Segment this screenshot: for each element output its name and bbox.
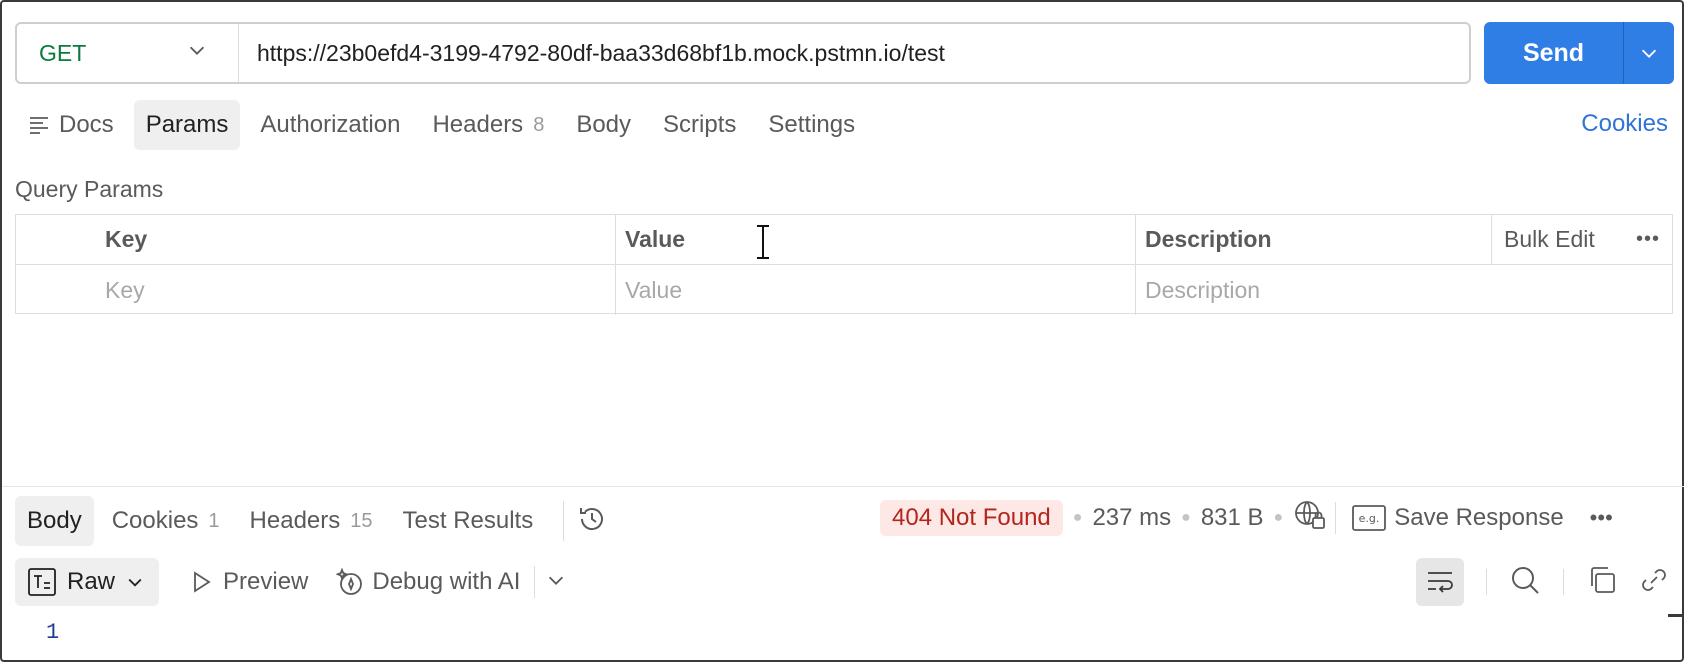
separator-dot: ● bbox=[1273, 509, 1284, 526]
copy-button[interactable] bbox=[1586, 564, 1618, 601]
line-number: 1 bbox=[46, 620, 60, 645]
response-tabs: Body Cookies 1 Headers 15 Test Results bbox=[15, 496, 608, 546]
search-icon bbox=[1512, 566, 1539, 594]
response-meta: 404 Not Found ● 237 ms ● 831 B ● e.g. Sa… bbox=[880, 498, 1613, 538]
description-input[interactable]: Description bbox=[1136, 265, 1672, 315]
request-tabs: Docs Params Authorization Headers 8 Body… bbox=[15, 100, 875, 150]
tab-authorization[interactable]: Authorization bbox=[248, 100, 412, 150]
headers-count-badge: 8 bbox=[533, 113, 545, 136]
key-input[interactable]: Key bbox=[105, 265, 616, 315]
method-label: GET bbox=[39, 39, 87, 66]
debug-options-button[interactable] bbox=[545, 569, 567, 596]
tab-scripts[interactable]: Scripts bbox=[651, 100, 748, 150]
tab-params-label: Params bbox=[145, 111, 229, 138]
tools-divider bbox=[1563, 569, 1564, 595]
tab-headers-label: Headers bbox=[432, 111, 524, 138]
tab-docs-label: Docs bbox=[59, 111, 114, 138]
text-format-icon bbox=[28, 568, 56, 596]
tab-response-headers-label: Headers bbox=[249, 507, 341, 534]
chevron-down-icon bbox=[186, 39, 208, 67]
example-icon: e.g. bbox=[1352, 505, 1387, 531]
query-params-table: Key Value Description Bulk Edit ••• Key … bbox=[15, 214, 1673, 315]
docs-icon bbox=[30, 117, 48, 134]
tab-response-body-label: Body bbox=[27, 507, 82, 534]
response-tools bbox=[1416, 558, 1670, 606]
history-button[interactable] bbox=[576, 503, 608, 540]
more-options-icon[interactable]: ••• bbox=[1590, 505, 1613, 531]
send-button[interactable]: Send bbox=[1484, 22, 1624, 84]
row-checkbox-cell bbox=[16, 265, 105, 315]
tab-params[interactable]: Params bbox=[133, 100, 241, 150]
tab-headers[interactable]: Headers 8 bbox=[420, 100, 556, 150]
tab-body-label: Body bbox=[576, 111, 632, 138]
response-time[interactable]: 237 ms bbox=[1092, 504, 1171, 532]
svg-text:e.g.: e.g. bbox=[1359, 512, 1380, 525]
ai-sparkle-icon bbox=[336, 568, 363, 595]
copy-icon bbox=[1591, 566, 1615, 593]
response-size[interactable]: 831 B bbox=[1201, 504, 1264, 532]
link-button[interactable] bbox=[1638, 564, 1670, 601]
table-row: Key Value Description bbox=[16, 265, 1672, 315]
toolbar-divider bbox=[534, 566, 536, 598]
tab-body[interactable]: Body bbox=[564, 100, 643, 150]
response-divider bbox=[2, 486, 1684, 487]
response-format-toolbar: Raw Preview Debug with AI bbox=[15, 558, 567, 606]
debug-with-ai-label: Debug with AI bbox=[372, 568, 521, 595]
play-icon bbox=[194, 571, 211, 593]
tools-divider bbox=[1486, 569, 1487, 595]
tab-scripts-label: Scripts bbox=[663, 111, 737, 138]
tab-response-cookies-label: Cookies bbox=[111, 507, 199, 534]
request-panel: GET https://23b0efd4-3199-4792-80df-baa3… bbox=[0, 0, 1684, 662]
search-button[interactable] bbox=[1509, 564, 1541, 601]
bulk-edit-button[interactable]: Bulk Edit bbox=[1504, 226, 1595, 253]
wrap-lines-button[interactable] bbox=[1416, 558, 1464, 606]
value-input[interactable]: Value bbox=[616, 265, 1136, 315]
response-headers-count-badge: 15 bbox=[350, 509, 373, 532]
meta-divider bbox=[1335, 502, 1337, 534]
format-label: Raw bbox=[67, 568, 116, 595]
tab-response-headers[interactable]: Headers 15 bbox=[238, 496, 385, 546]
save-response-button[interactable]: Save Response bbox=[1394, 504, 1563, 532]
status-badge[interactable]: 404 Not Found bbox=[880, 500, 1063, 536]
more-options-icon[interactable]: ••• bbox=[1636, 228, 1660, 251]
bulk-edit-cell: Bulk Edit ••• bbox=[1492, 215, 1672, 264]
cookies-count-badge: 1 bbox=[208, 509, 220, 532]
separator-dot: ● bbox=[1181, 509, 1191, 526]
chevron-down-icon bbox=[1641, 49, 1657, 58]
send-button-group: Send bbox=[1484, 22, 1674, 84]
link-icon bbox=[1642, 568, 1666, 591]
chevron-down-icon bbox=[549, 576, 564, 585]
text-cursor-icon bbox=[757, 225, 769, 259]
value-column-header: Value bbox=[616, 215, 1136, 264]
wrap-lines-icon bbox=[1428, 572, 1453, 593]
key-column-header: Key bbox=[105, 215, 616, 264]
tab-test-results-label: Test Results bbox=[402, 507, 534, 534]
preview-label: Preview bbox=[223, 568, 309, 595]
chevron-down-icon bbox=[128, 578, 142, 587]
send-options-button[interactable] bbox=[1624, 22, 1674, 84]
preview-button[interactable]: Preview bbox=[187, 568, 308, 596]
network-lock-icon[interactable] bbox=[1293, 498, 1327, 539]
tab-settings[interactable]: Settings bbox=[756, 100, 867, 150]
tab-test-results[interactable]: Test Results bbox=[391, 496, 546, 546]
debug-with-ai-button[interactable]: Debug with AI bbox=[336, 568, 520, 596]
tabs-divider bbox=[563, 501, 565, 541]
url-bar: GET https://23b0efd4-3199-4792-80df-baa3… bbox=[15, 22, 1471, 84]
method-select[interactable]: GET bbox=[17, 24, 239, 82]
history-icon bbox=[580, 507, 604, 530]
url-input[interactable]: https://23b0efd4-3199-4792-80df-baa33d68… bbox=[239, 40, 945, 67]
tab-settings-label: Settings bbox=[768, 111, 856, 138]
cookies-link[interactable]: Cookies bbox=[1581, 110, 1668, 138]
tab-docs[interactable]: Docs bbox=[15, 100, 126, 150]
format-select[interactable]: Raw bbox=[15, 558, 160, 606]
tab-response-body[interactable]: Body bbox=[15, 496, 94, 546]
table-header-row: Key Value Description Bulk Edit ••• bbox=[16, 215, 1672, 265]
tab-authorization-label: Authorization bbox=[260, 111, 401, 138]
scroll-marker bbox=[1668, 614, 1682, 617]
separator-dot: ● bbox=[1072, 509, 1083, 526]
checkbox-column-header bbox=[16, 215, 105, 264]
query-params-title: Query Params bbox=[15, 176, 164, 202]
tab-response-cookies[interactable]: Cookies 1 bbox=[100, 496, 232, 546]
description-column-header: Description bbox=[1136, 215, 1492, 264]
